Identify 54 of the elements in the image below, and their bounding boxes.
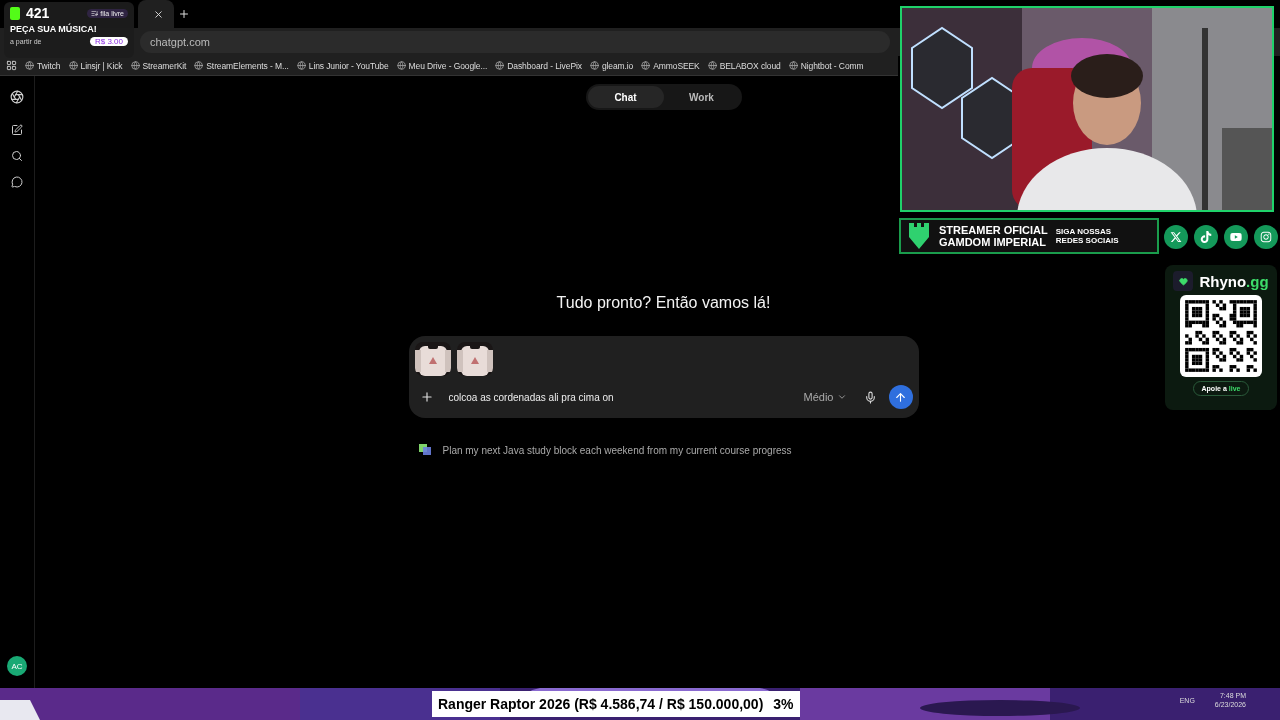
search-icon[interactable]	[11, 150, 23, 162]
globe-icon	[25, 61, 34, 70]
sponsor-line: GAMDOM IMPERIAL	[939, 236, 1047, 248]
kick-logo-icon	[10, 6, 20, 20]
bookmark-link[interactable]: Nightbot - Comm	[788, 60, 864, 71]
goal-text: Ranger Raptor 2026 (R$ 4.586,74 / R$ 150.000,00)	[438, 696, 764, 712]
bookmark-link[interactable]: Lins Junior - YouTube	[296, 60, 389, 71]
social-line: REDES SOCIAIS	[1055, 236, 1119, 245]
address-field[interactable]: chatgpt.com	[140, 31, 890, 53]
bookmark-link[interactable]: BELABOX cloud	[707, 60, 781, 71]
message-field[interactable]: colcoa as cordenadas ali pra cima on	[444, 391, 792, 403]
bookmark-link[interactable]: Dashboard - LivePix	[495, 60, 582, 71]
globe-icon	[194, 61, 204, 70]
globe-icon	[788, 61, 798, 70]
globe-icon	[495, 61, 505, 70]
widget-title: PEÇA SUA MÚSICA!	[10, 24, 98, 34]
mode-tab[interactable]: Chat	[587, 86, 664, 108]
squares-icon	[418, 444, 433, 456]
globe-icon	[707, 61, 717, 70]
instagram-logo-icon	[1254, 225, 1278, 249]
bookmark-link[interactable]: AmmoSEEK	[641, 60, 700, 71]
chat-bubble-icon[interactable]	[11, 176, 23, 188]
viewer-count: 421	[26, 5, 50, 21]
castle-logo-icon	[907, 223, 931, 249]
bookmark-link[interactable]: StreamerKit	[130, 60, 187, 71]
send-button[interactable]	[888, 385, 913, 409]
brand-name: Rhyno.gg	[1199, 272, 1269, 290]
greeting-heading: Tudo pronto? Então vamos lá!	[556, 294, 771, 312]
flower-logo-icon[interactable]	[10, 90, 24, 104]
globe-icon	[589, 61, 599, 70]
globe-icon	[130, 61, 140, 70]
youtube-logo-icon	[1224, 225, 1248, 249]
model-dropdown[interactable]: Médio	[797, 390, 853, 404]
globe-icon	[68, 61, 78, 70]
apps-grid-icon[interactable]	[6, 60, 17, 71]
mode-tab[interactable]: Work	[663, 86, 740, 108]
bookmark-link[interactable]: StreamElements - M...	[194, 60, 289, 71]
bookmark-link[interactable]: Linsjr | Kick	[68, 60, 123, 71]
arrow-up-icon	[894, 390, 907, 404]
goal-percent: 3%	[773, 696, 794, 712]
bookmark-link[interactable]: gleam.io	[589, 60, 634, 71]
globe-icon	[396, 61, 406, 70]
suggestion-item[interactable]: Plan my next Java study block each weekend from my current course progress	[408, 444, 919, 456]
new-chat-icon[interactable]	[11, 124, 23, 136]
bookmark-link[interactable]: Meu Drive - Google...	[396, 60, 488, 71]
bookmark-link[interactable]: Twitch	[25, 60, 61, 71]
x-logo-icon	[1164, 225, 1188, 249]
chevron-down-icon	[836, 392, 847, 402]
price-tag: R$ 3.00	[89, 37, 128, 46]
social-line: SIGA NOSSAS	[1055, 227, 1113, 236]
sponsor-line: STREAMER OFICIAL	[939, 224, 1048, 236]
globe-icon	[641, 61, 651, 70]
tiktok-logo-icon	[1194, 225, 1218, 249]
globe-icon	[296, 61, 306, 70]
